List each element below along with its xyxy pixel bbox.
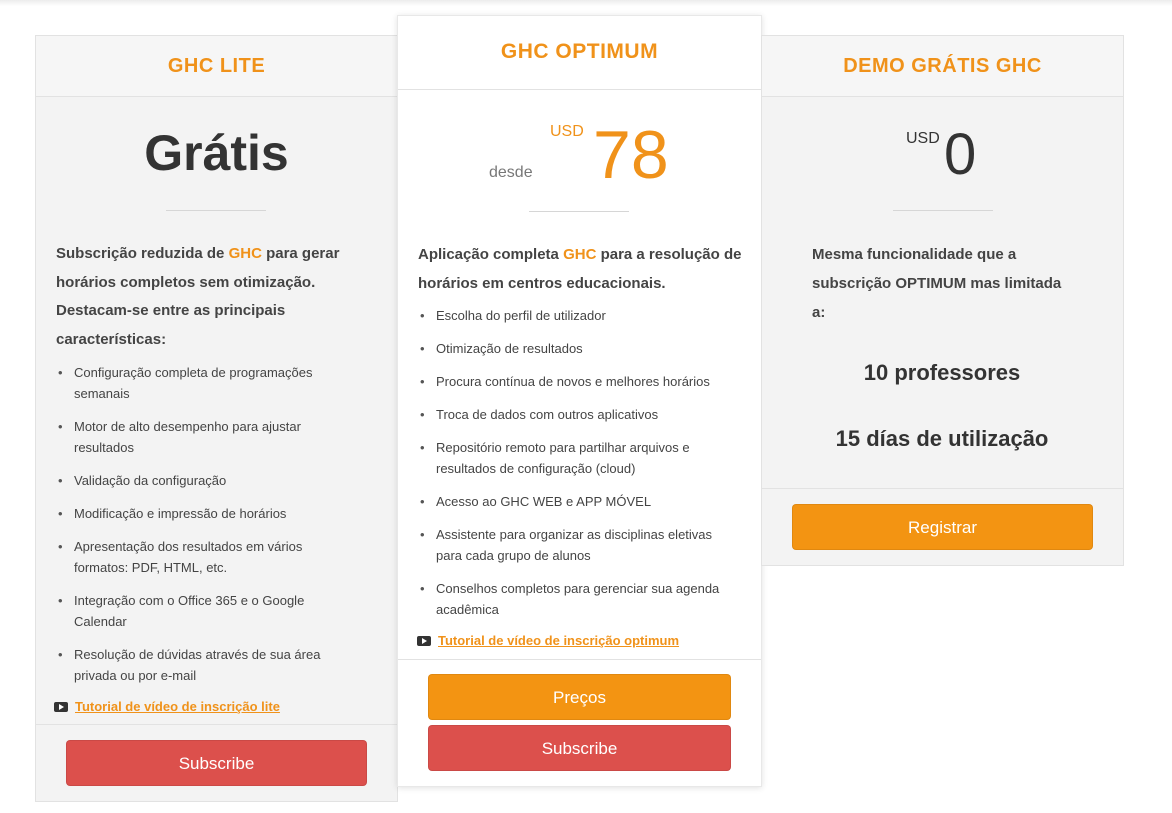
feature-item: Repositório remoto para partilhar arquiv…: [418, 437, 728, 479]
price-divider: [166, 210, 266, 211]
feature-item: Otimização de resultados: [418, 338, 728, 359]
price-free: Grátis: [144, 125, 289, 181]
plan-description-lite: Subscrição reduzida de GHC para gerar ho…: [56, 245, 340, 348]
plan-title-optimum: GHC OPTIMUM: [398, 16, 761, 90]
feature-item: Configuração completa de programações se…: [56, 362, 346, 404]
limit-teachers: 10 professores: [863, 360, 1021, 385]
subscribe-button-lite[interactable]: Subscribe: [66, 740, 367, 786]
plan-title-demo: DEMO GRÁTIS GHC: [762, 36, 1123, 97]
feature-list-optimum: Escolha do perfil de utilizador Otimizaç…: [418, 305, 728, 632]
price-divider: [893, 210, 993, 211]
feature-item: Resolução de dúvidas através de sua área…: [56, 644, 346, 686]
footer-separator: [762, 488, 1123, 489]
feature-item: Validação da configuração: [56, 470, 346, 491]
feature-list-lite: Configuração completa de programações se…: [56, 362, 346, 698]
video-tutorial-link-lite[interactable]: Tutorial de vídeo de inscrição lite: [54, 699, 280, 714]
youtube-icon: [417, 635, 431, 646]
price-from-label: desde: [489, 164, 533, 181]
prices-button[interactable]: Preços: [428, 674, 731, 720]
price-amount: 78: [593, 117, 669, 193]
plan-description-optimum: Aplicação completa GHC para a resolução …: [418, 246, 742, 292]
price-currency: USD: [906, 130, 940, 147]
feature-item: Conselhos completos para gerenciar sua a…: [418, 578, 728, 620]
footer-separator: [36, 724, 397, 725]
feature-item: Troca de dados com outros aplicativos: [418, 404, 728, 425]
feature-item: Motor de alto desempenho para ajustar re…: [56, 416, 346, 458]
plan-description-demo: Mesma funcionalidade que a subscrição OP…: [812, 246, 1062, 321]
register-button[interactable]: Registrar: [792, 504, 1093, 550]
header-shadow: [0, 0, 1172, 6]
feature-item: Modificação e impressão de horários: [56, 503, 346, 524]
feature-item: Assistente para organizar as disciplinas…: [418, 524, 728, 566]
feature-item: Procura contínua de novos e melhores hor…: [418, 371, 728, 392]
feature-item: Acesso ao GHC WEB e APP MÓVEL: [418, 491, 728, 512]
price-divider: [529, 211, 629, 212]
plan-title-lite: GHC LITE: [36, 36, 397, 97]
plan-card-optimum: GHC OPTIMUM desde USD 78 Aplicação compl…: [397, 15, 762, 787]
feature-item: Apresentação dos resultados em vários fo…: [56, 536, 346, 578]
feature-item: Integração com o Office 365 e o Google C…: [56, 590, 346, 632]
limit-days: 15 días de utilização: [835, 426, 1049, 451]
price-currency: USD: [550, 123, 584, 140]
plan-card-lite: GHC LITE Grátis Subscrição reduzida de G…: [35, 35, 398, 802]
video-tutorial-link-optimum[interactable]: Tutorial de vídeo de inscrição optimum: [417, 633, 679, 648]
subscribe-button-optimum[interactable]: Subscribe: [428, 725, 731, 771]
price-amount: 0: [944, 122, 977, 187]
youtube-icon: [54, 701, 68, 712]
footer-separator: [398, 659, 761, 660]
feature-item: Escolha do perfil de utilizador: [418, 305, 728, 326]
plan-card-demo: DEMO GRÁTIS GHC USD 0 Mesma funcionalida…: [761, 35, 1124, 566]
